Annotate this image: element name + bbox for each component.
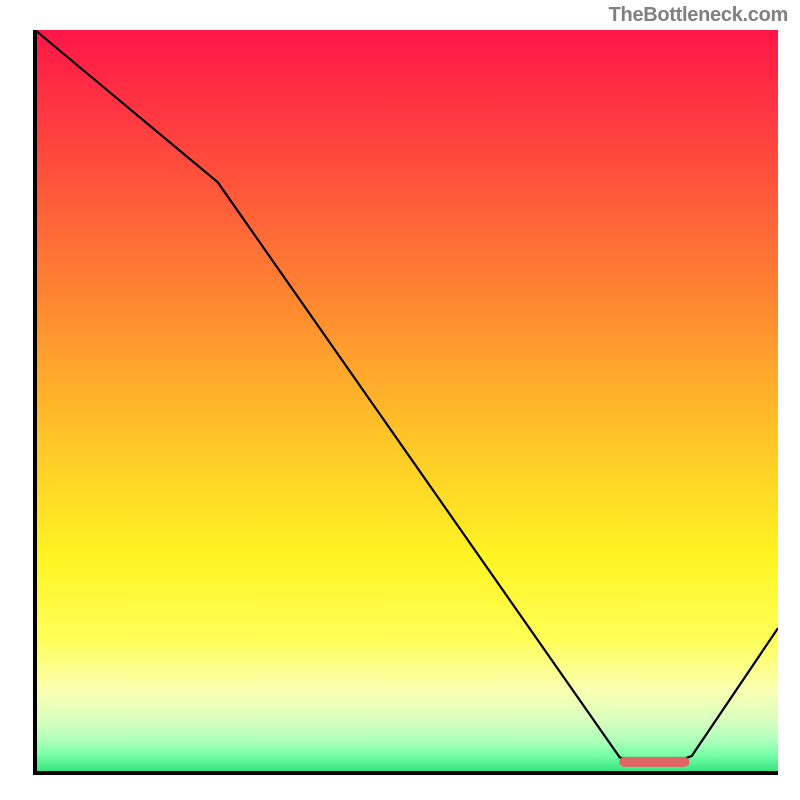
attribution-text: TheBottleneck.com bbox=[609, 4, 788, 27]
bottleneck-chart bbox=[0, 0, 800, 800]
heat-background bbox=[35, 30, 778, 773]
chart-container: TheBottleneck.com bbox=[0, 0, 800, 800]
